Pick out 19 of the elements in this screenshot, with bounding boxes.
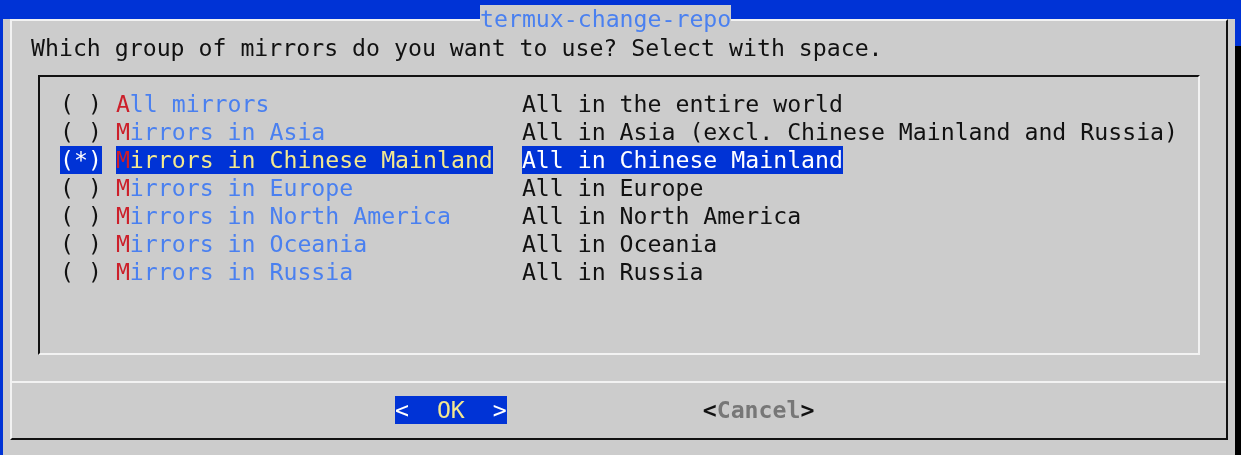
option-description: All in Russia	[521, 258, 704, 286]
option-description: All in Asia (excl. Chinese Mainland and Russia)	[521, 118, 1178, 146]
radio-button[interactable]: (*)	[60, 146, 102, 174]
radio-button[interactable]: ( )	[60, 230, 102, 258]
option-description: All in North America	[521, 202, 802, 230]
radio-button[interactable]: ( )	[60, 90, 102, 118]
option-description: All in Chinese Mainland	[521, 146, 843, 174]
option-description: All in Europe	[521, 174, 704, 202]
radio-button[interactable]: ( )	[60, 174, 102, 202]
mirror-group-option[interactable]: Mirrors in Chinese Mainland	[115, 146, 493, 174]
dialog-title: termux-change-repo	[480, 5, 732, 33]
dialog-prompt: Which group of mirrors do you want to use? Select with space.	[31, 34, 884, 62]
radio-button[interactable]: ( )	[60, 118, 102, 146]
radio-button[interactable]: ( )	[60, 258, 102, 286]
option-description: All in the entire world	[521, 90, 843, 118]
dialog-button[interactable]: <Cancel>	[702, 396, 815, 424]
option-description: All in Oceania	[521, 230, 718, 258]
dialog-button[interactable]: < OK >	[395, 396, 507, 424]
radio-button[interactable]: ( )	[60, 202, 102, 230]
